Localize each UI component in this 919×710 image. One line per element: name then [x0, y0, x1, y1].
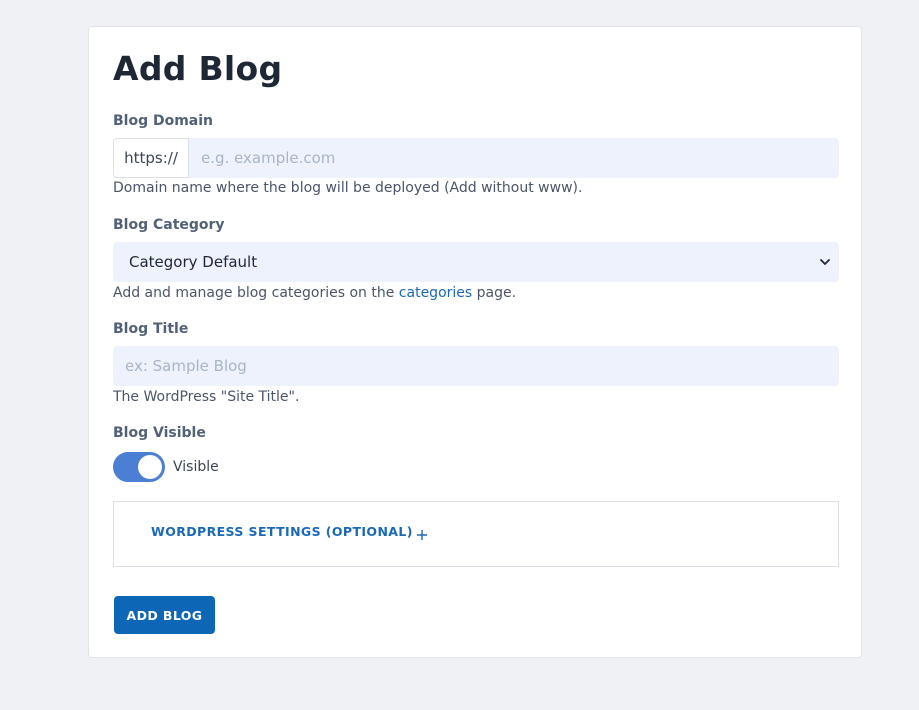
- blog-title-label: Blog Title: [113, 321, 189, 337]
- plus-icon: [416, 526, 428, 540]
- wordpress-settings-toggle[interactable]: WORDPRESS SETTINGS (OPTIONAL): [151, 524, 428, 540]
- toggle-knob: [138, 455, 162, 479]
- categories-link[interactable]: categories: [399, 285, 472, 301]
- add-blog-button[interactable]: ADD BLOG: [114, 596, 215, 634]
- blog-visible-label: Blog Visible: [113, 425, 206, 441]
- visibility-toggle-label: Visible: [173, 459, 219, 475]
- visibility-toggle-row: Visible: [113, 452, 219, 482]
- category-help-prefix: Add and manage blog categories on the: [113, 285, 399, 301]
- visibility-toggle[interactable]: [113, 452, 165, 482]
- blog-title-input[interactable]: [113, 346, 839, 386]
- blog-category-label: Blog Category: [113, 217, 225, 233]
- add-blog-card: Add Blog Blog Domain https:// Domain nam…: [88, 26, 862, 658]
- category-select[interactable]: Category Default: [113, 242, 839, 282]
- page-title: Add Blog: [113, 49, 283, 88]
- category-help-suffix: page.: [472, 285, 517, 301]
- chevron-down-icon: [817, 254, 833, 270]
- blog-domain-label: Blog Domain: [113, 113, 214, 129]
- wordpress-settings-title: WORDPRESS SETTINGS (OPTIONAL): [151, 524, 413, 539]
- blog-title-help-text: The WordPress "Site Title".: [113, 389, 300, 405]
- domain-input[interactable]: [189, 138, 839, 178]
- domain-input-group: https://: [113, 138, 839, 178]
- wordpress-settings-accordion: WORDPRESS SETTINGS (OPTIONAL): [113, 501, 839, 567]
- category-selected-value: Category Default: [129, 253, 258, 271]
- domain-prefix: https://: [113, 138, 189, 178]
- domain-help-text: Domain name where the blog will be deplo…: [113, 180, 583, 196]
- category-help-text: Add and manage blog categories on the ca…: [113, 285, 516, 301]
